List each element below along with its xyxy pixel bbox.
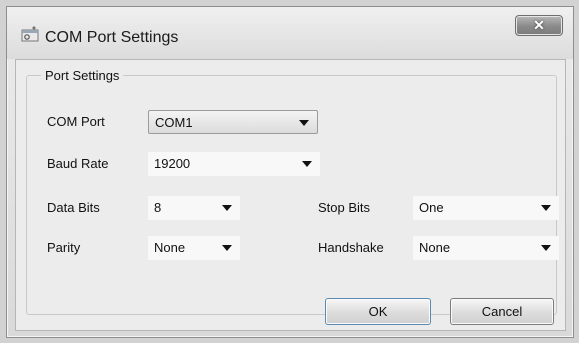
data-bits-value: 8 [154, 200, 162, 215]
chevron-down-icon [222, 245, 232, 251]
com-port-value: COM1 [155, 115, 193, 130]
baud-rate-value: 19200 [154, 156, 191, 171]
handshake-label: Handshake [318, 240, 384, 255]
chevron-down-icon [299, 120, 309, 126]
stop-bits-value: One [419, 200, 444, 215]
group-title: Port Settings [41, 68, 124, 83]
com-port-label: COM Port [47, 114, 105, 129]
stop-bits-select[interactable]: One [413, 196, 559, 220]
close-button[interactable]: ✕ [515, 15, 563, 36]
chevron-down-icon [222, 205, 232, 211]
data-bits-select[interactable]: 8 [148, 196, 240, 220]
data-bits-label: Data Bits [47, 200, 100, 215]
window-title: COM Port Settings [45, 29, 179, 46]
stop-bits-label: Stop Bits [318, 200, 371, 215]
handshake-value: None [419, 240, 451, 255]
baud-rate-select[interactable]: 19200 [148, 152, 320, 176]
parity-select[interactable]: None [148, 236, 240, 260]
chevron-down-icon [302, 161, 312, 167]
dialog-client-area: Port Settings COM Port COM1 Baud Rate 19… [15, 59, 566, 331]
handshake-select[interactable]: None [413, 236, 559, 260]
com-port-select[interactable]: COM1 [148, 110, 318, 134]
chevron-down-icon [541, 245, 551, 251]
com-port-settings-dialog: COM Port Settings ✕ Port Settings COM Po… [6, 6, 574, 338]
parity-value: None [154, 240, 186, 255]
ok-button[interactable]: OK [325, 298, 431, 325]
baud-rate-label: Baud Rate [47, 156, 109, 171]
cancel-button[interactable]: Cancel [450, 298, 554, 325]
title-bar[interactable]: COM Port Settings ✕ [7, 7, 573, 59]
parity-label: Parity [47, 240, 81, 255]
gear-window-icon [21, 26, 39, 42]
chevron-down-icon [541, 205, 551, 211]
close-icon: ✕ [533, 17, 545, 33]
